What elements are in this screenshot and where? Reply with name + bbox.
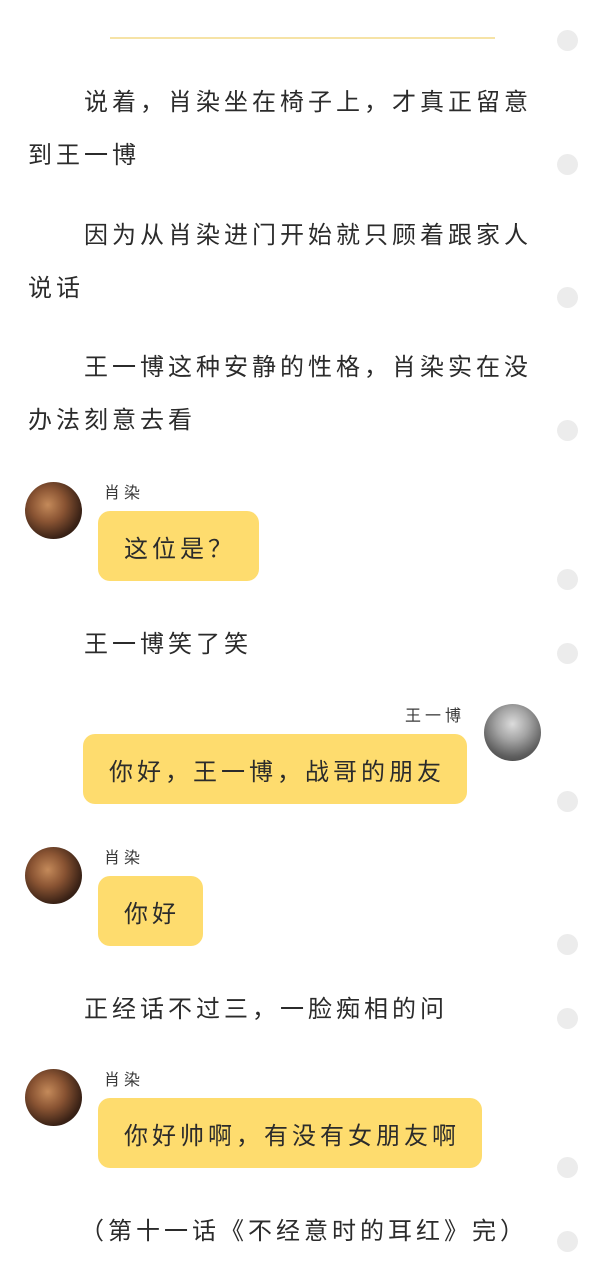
chat-bubble: 你好帅啊，有没有女朋友啊 — [98, 1098, 482, 1168]
speaker-name: 肖染 — [104, 848, 145, 867]
story-paragraph: 说着，肖染坐在椅子上，才真正留意到王一博 — [28, 88, 532, 169]
speaker-name: 肖染 — [104, 1070, 145, 1089]
scroll-dot — [557, 643, 578, 664]
chat-bubble: 你好 — [98, 876, 203, 946]
avatar-xiao-ran[interactable] — [25, 482, 82, 539]
story-narration: 正经话不过三，一脸痴相的问 — [84, 995, 448, 1023]
scroll-dot — [557, 420, 578, 441]
chat-bubble: 你好，王一博，战哥的朋友 — [83, 734, 467, 804]
speaker-name: 王一博 — [405, 706, 466, 725]
scroll-dot — [557, 1231, 578, 1252]
scroll-dot — [557, 1008, 578, 1029]
story-paragraph: 因为从肖染进门开始就只顾着跟家人说话 — [28, 221, 532, 302]
scroll-dot — [557, 30, 578, 51]
scroll-dot — [557, 569, 578, 590]
story-paragraph: 王一博这种安静的性格，肖染实在没办法刻意去看 — [28, 353, 532, 434]
scroll-dot — [557, 287, 578, 308]
avatar-xiao-ran[interactable] — [25, 847, 82, 904]
scroll-dot — [557, 791, 578, 812]
chat-bubble: 这位是？ — [98, 511, 259, 581]
story-narration: 王一博笑了笑 — [84, 630, 252, 658]
scroll-dot — [557, 934, 578, 955]
scroll-dot — [557, 1157, 578, 1178]
top-divider — [110, 37, 495, 39]
speaker-name: 肖染 — [104, 483, 145, 502]
avatar-wang-yibo[interactable] — [484, 704, 541, 761]
chapter-end-note: （第十一话《不经意时的耳红》完） — [80, 1217, 528, 1245]
scroll-dot — [557, 154, 578, 175]
avatar-xiao-ran[interactable] — [25, 1069, 82, 1126]
